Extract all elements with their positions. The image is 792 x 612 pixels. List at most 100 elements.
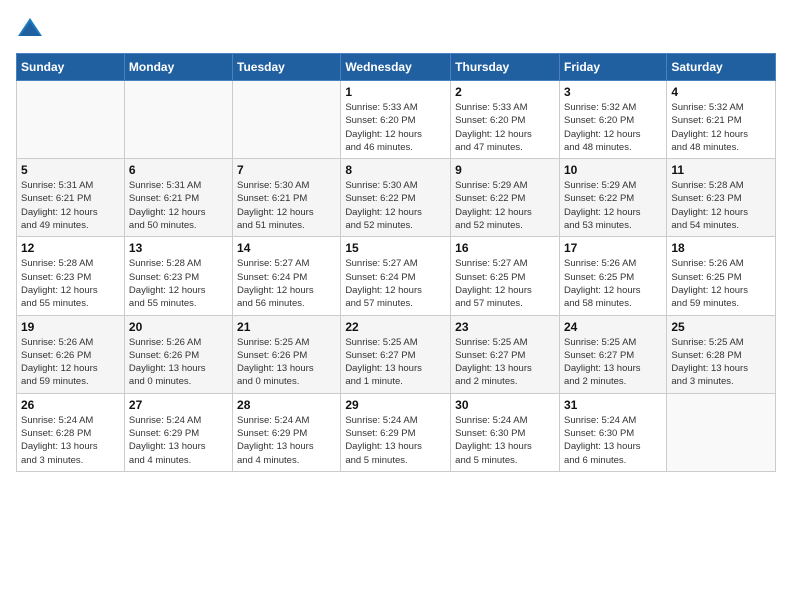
calendar-cell: 18 Sunrise: 5:26 AM Sunset: 6:25 PM Dayli… <box>667 237 776 315</box>
calendar-cell: 14Sunrise: 5:27 AM Sunset: 6:24 PM Dayli… <box>233 237 341 315</box>
calendar-header-row: SundayMondayTuesdayWednesdayThursdayFrid… <box>17 54 776 81</box>
calendar-cell: 3Sunrise: 5:32 AM Sunset: 6:20 PM Daylig… <box>559 81 666 159</box>
day-info: Sunrise: 5:24 AM Sunset: 6:28 PM Dayligh… <box>21 414 120 467</box>
header-wednesday: Wednesday <box>341 54 451 81</box>
day-number: 10 <box>564 163 662 177</box>
calendar-cell: 30 Sunrise: 5:24 AM Sunset: 6:30 PM Dayli… <box>451 393 560 471</box>
logo <box>16 16 48 45</box>
header-saturday: Saturday <box>667 54 776 81</box>
calendar-week-4: 19 Sunrise: 5:26 AM Sunset: 6:26 PM Dayli… <box>17 315 776 393</box>
day-info: Sunrise: 5:24 AM Sunset: 6:29 PM Dayligh… <box>129 414 228 467</box>
day-info: Sunrise: 5:25 AM Sunset: 6:27 PM Dayligh… <box>345 336 446 389</box>
header-friday: Friday <box>559 54 666 81</box>
calendar-cell: 11Sunrise: 5:28 AM Sunset: 6:23 PM Dayli… <box>667 159 776 237</box>
calendar-cell: 16Sunrise: 5:27 AM Sunset: 6:25 PM Dayli… <box>451 237 560 315</box>
day-number: 27 <box>129 398 228 412</box>
header-monday: Monday <box>124 54 232 81</box>
calendar-cell: 27 Sunrise: 5:24 AM Sunset: 6:29 PM Dayli… <box>124 393 232 471</box>
day-number: 4 <box>671 85 771 99</box>
day-info: Sunrise: 5:27 AM Sunset: 6:25 PM Dayligh… <box>455 257 555 310</box>
calendar-cell: 13 Sunrise: 5:28 AM Sunset: 6:23 PM Dayli… <box>124 237 232 315</box>
day-number: 26 <box>21 398 120 412</box>
day-number: 12 <box>21 241 120 255</box>
header-sunday: Sunday <box>17 54 125 81</box>
calendar-cell <box>17 81 125 159</box>
calendar-cell: 7 Sunrise: 5:30 AM Sunset: 6:21 PM Daylig… <box>233 159 341 237</box>
day-number: 25 <box>671 320 771 334</box>
header-thursday: Thursday <box>451 54 560 81</box>
day-number: 7 <box>237 163 336 177</box>
day-number: 31 <box>564 398 662 412</box>
day-info: Sunrise: 5:24 AM Sunset: 6:30 PM Dayligh… <box>455 414 555 467</box>
day-number: 1 <box>345 85 446 99</box>
calendar-table: SundayMondayTuesdayWednesdayThursdayFrid… <box>16 53 776 472</box>
day-number: 6 <box>129 163 228 177</box>
calendar-week-2: 5 Sunrise: 5:31 AM Sunset: 6:21 PM Daylig… <box>17 159 776 237</box>
day-number: 23 <box>455 320 555 334</box>
day-info: Sunrise: 5:32 AM Sunset: 6:21 PM Dayligh… <box>671 101 771 154</box>
header-tuesday: Tuesday <box>233 54 341 81</box>
calendar-cell <box>667 393 776 471</box>
calendar-cell <box>124 81 232 159</box>
calendar-cell: 23 Sunrise: 5:25 AM Sunset: 6:27 PM Dayli… <box>451 315 560 393</box>
day-info: Sunrise: 5:29 AM Sunset: 6:22 PM Dayligh… <box>455 179 555 232</box>
calendar-cell: 5 Sunrise: 5:31 AM Sunset: 6:21 PM Daylig… <box>17 159 125 237</box>
calendar-cell: 29 Sunrise: 5:24 AM Sunset: 6:29 PM Dayli… <box>341 393 451 471</box>
calendar-week-5: 26 Sunrise: 5:24 AM Sunset: 6:28 PM Dayli… <box>17 393 776 471</box>
calendar-cell: 17 Sunrise: 5:26 AM Sunset: 6:25 PM Dayli… <box>559 237 666 315</box>
day-info: Sunrise: 5:25 AM Sunset: 6:27 PM Dayligh… <box>455 336 555 389</box>
day-info: Sunrise: 5:33 AM Sunset: 6:20 PM Dayligh… <box>345 101 446 154</box>
day-info: Sunrise: 5:24 AM Sunset: 6:29 PM Dayligh… <box>237 414 336 467</box>
day-info: Sunrise: 5:28 AM Sunset: 6:23 PM Dayligh… <box>671 179 771 232</box>
calendar-cell: 25 Sunrise: 5:25 AM Sunset: 6:28 PM Dayli… <box>667 315 776 393</box>
day-number: 18 <box>671 241 771 255</box>
day-info: Sunrise: 5:31 AM Sunset: 6:21 PM Dayligh… <box>21 179 120 232</box>
day-info: Sunrise: 5:28 AM Sunset: 6:23 PM Dayligh… <box>129 257 228 310</box>
day-info: Sunrise: 5:29 AM Sunset: 6:22 PM Dayligh… <box>564 179 662 232</box>
day-number: 17 <box>564 241 662 255</box>
calendar-cell: 15 Sunrise: 5:27 AM Sunset: 6:24 PM Dayli… <box>341 237 451 315</box>
logo-icon <box>16 16 44 45</box>
calendar-cell: 1 Sunrise: 5:33 AM Sunset: 6:20 PM Daylig… <box>341 81 451 159</box>
calendar-cell: 8Sunrise: 5:30 AM Sunset: 6:22 PM Daylig… <box>341 159 451 237</box>
calendar-cell: 9 Sunrise: 5:29 AM Sunset: 6:22 PM Daylig… <box>451 159 560 237</box>
calendar-cell: 20Sunrise: 5:26 AM Sunset: 6:26 PM Dayli… <box>124 315 232 393</box>
calendar-cell: 26 Sunrise: 5:24 AM Sunset: 6:28 PM Dayli… <box>17 393 125 471</box>
day-number: 22 <box>345 320 446 334</box>
calendar-cell: 2Sunrise: 5:33 AM Sunset: 6:20 PM Daylig… <box>451 81 560 159</box>
day-number: 5 <box>21 163 120 177</box>
calendar-week-1: 1 Sunrise: 5:33 AM Sunset: 6:20 PM Daylig… <box>17 81 776 159</box>
calendar-week-3: 12 Sunrise: 5:28 AM Sunset: 6:23 PM Dayli… <box>17 237 776 315</box>
calendar-cell: 19 Sunrise: 5:26 AM Sunset: 6:26 PM Dayli… <box>17 315 125 393</box>
calendar-cell: 4 Sunrise: 5:32 AM Sunset: 6:21 PM Daylig… <box>667 81 776 159</box>
day-number: 3 <box>564 85 662 99</box>
calendar-cell: 12 Sunrise: 5:28 AM Sunset: 6:23 PM Dayli… <box>17 237 125 315</box>
day-info: Sunrise: 5:33 AM Sunset: 6:20 PM Dayligh… <box>455 101 555 154</box>
day-info: Sunrise: 5:30 AM Sunset: 6:22 PM Dayligh… <box>345 179 446 232</box>
calendar-cell: 21Sunrise: 5:25 AM Sunset: 6:26 PM Dayli… <box>233 315 341 393</box>
day-number: 15 <box>345 241 446 255</box>
day-info: Sunrise: 5:24 AM Sunset: 6:30 PM Dayligh… <box>564 414 662 467</box>
day-info: Sunrise: 5:26 AM Sunset: 6:25 PM Dayligh… <box>671 257 771 310</box>
day-info: Sunrise: 5:31 AM Sunset: 6:21 PM Dayligh… <box>129 179 228 232</box>
day-info: Sunrise: 5:27 AM Sunset: 6:24 PM Dayligh… <box>237 257 336 310</box>
day-info: Sunrise: 5:25 AM Sunset: 6:26 PM Dayligh… <box>237 336 336 389</box>
calendar-cell: 28 Sunrise: 5:24 AM Sunset: 6:29 PM Dayli… <box>233 393 341 471</box>
day-number: 30 <box>455 398 555 412</box>
day-info: Sunrise: 5:30 AM Sunset: 6:21 PM Dayligh… <box>237 179 336 232</box>
day-info: Sunrise: 5:25 AM Sunset: 6:27 PM Dayligh… <box>564 336 662 389</box>
day-info: Sunrise: 5:24 AM Sunset: 6:29 PM Dayligh… <box>345 414 446 467</box>
day-info: Sunrise: 5:25 AM Sunset: 6:28 PM Dayligh… <box>671 336 771 389</box>
calendar-cell: 6 Sunrise: 5:31 AM Sunset: 6:21 PM Daylig… <box>124 159 232 237</box>
calendar-cell <box>233 81 341 159</box>
day-number: 19 <box>21 320 120 334</box>
day-info: Sunrise: 5:27 AM Sunset: 6:24 PM Dayligh… <box>345 257 446 310</box>
day-info: Sunrise: 5:26 AM Sunset: 6:25 PM Dayligh… <box>564 257 662 310</box>
day-number: 28 <box>237 398 336 412</box>
day-number: 13 <box>129 241 228 255</box>
day-number: 9 <box>455 163 555 177</box>
day-info: Sunrise: 5:26 AM Sunset: 6:26 PM Dayligh… <box>21 336 120 389</box>
day-info: Sunrise: 5:28 AM Sunset: 6:23 PM Dayligh… <box>21 257 120 310</box>
day-number: 29 <box>345 398 446 412</box>
calendar-cell: 22 Sunrise: 5:25 AM Sunset: 6:27 PM Dayli… <box>341 315 451 393</box>
